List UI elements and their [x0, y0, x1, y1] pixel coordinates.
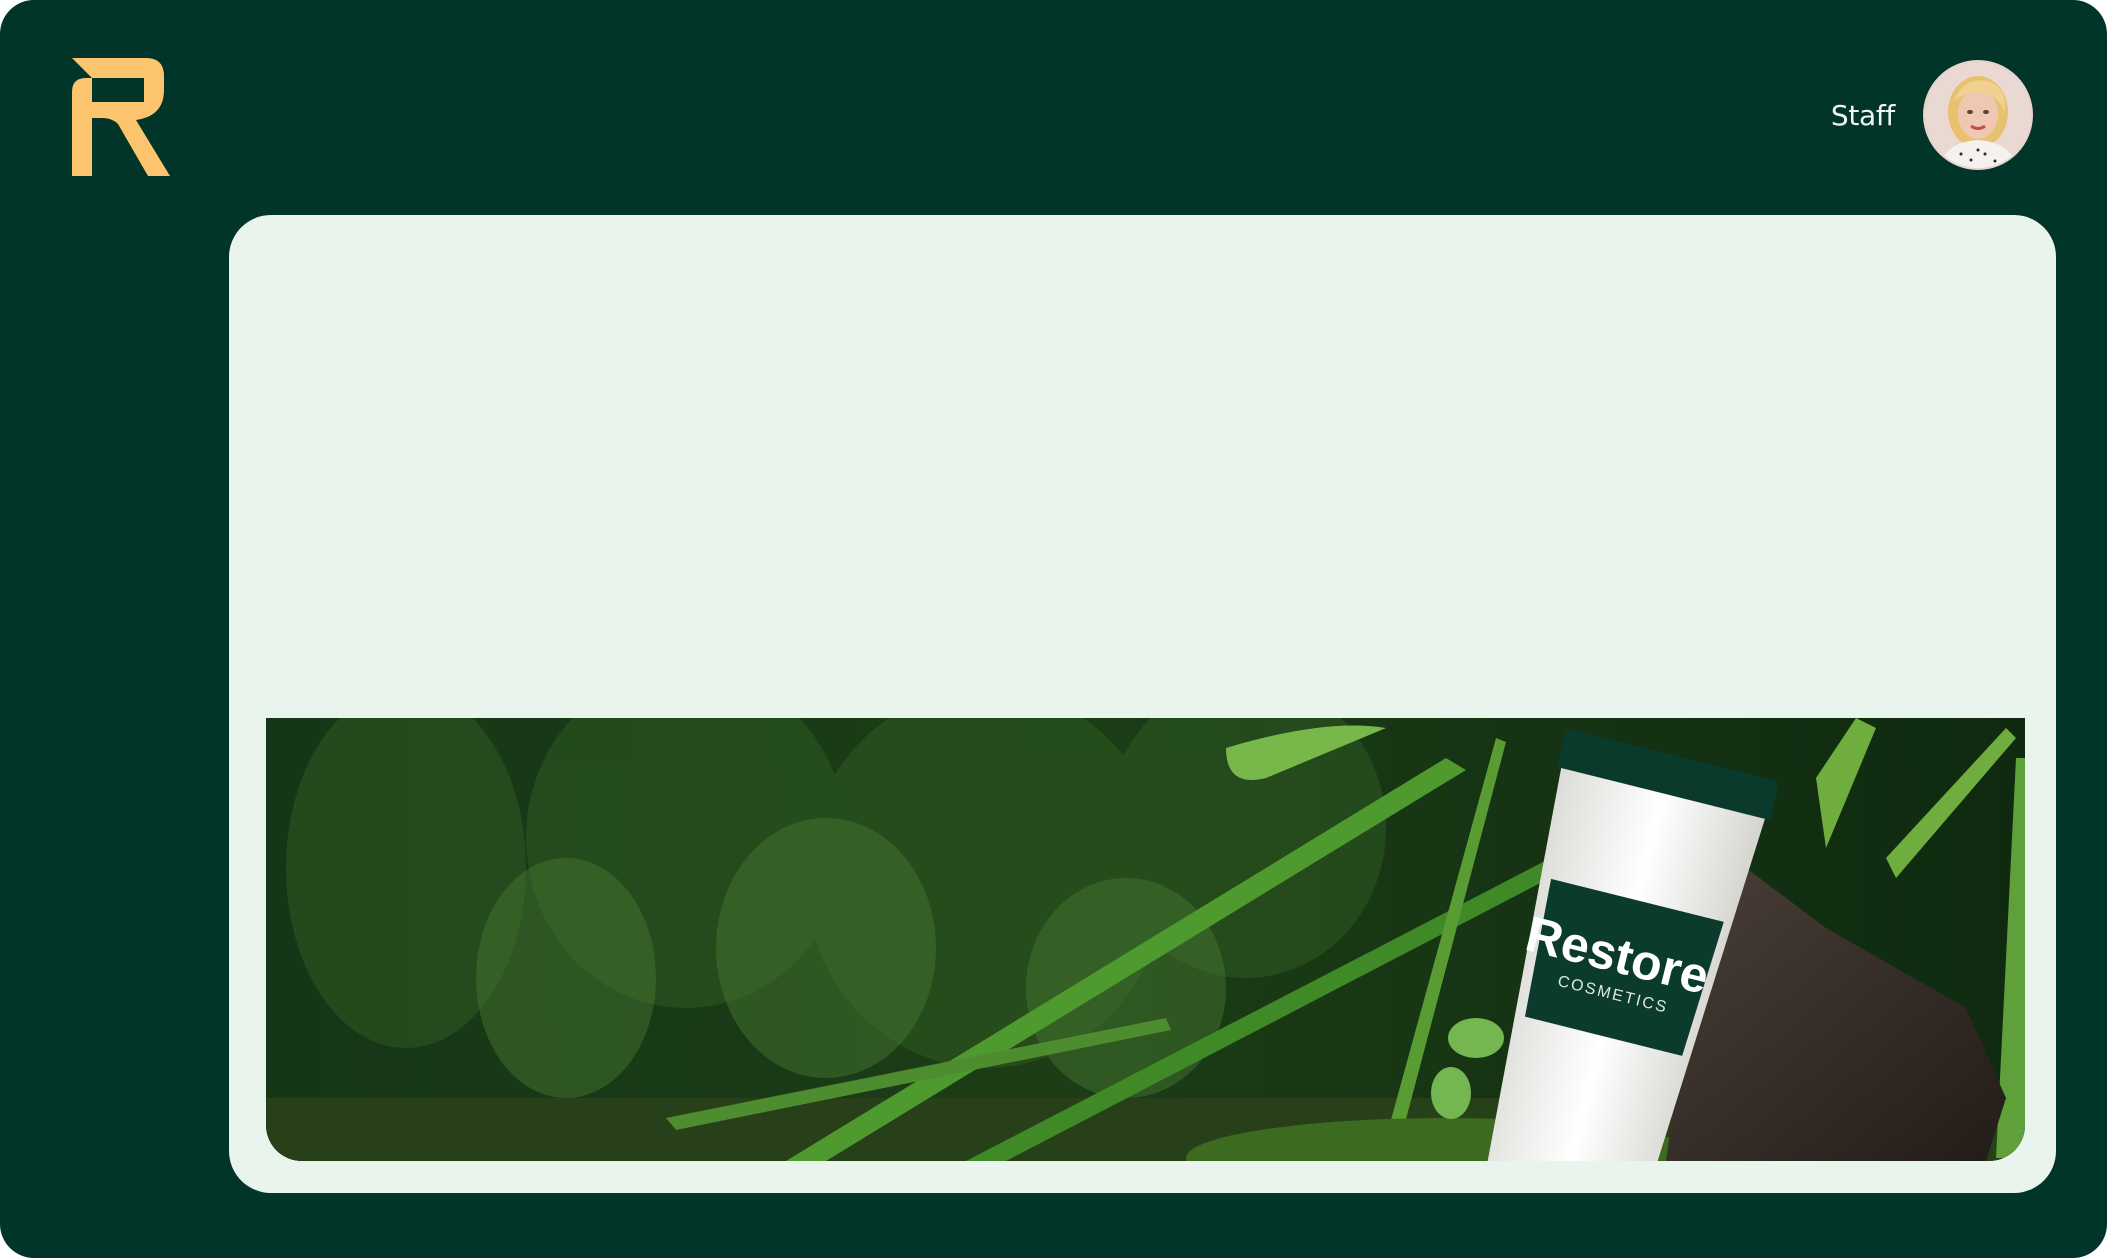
- main-content-panel: Restore COSMETICS: [229, 215, 2056, 1193]
- product-banner-image: Restore COSMETICS: [266, 718, 2025, 1161]
- user-role-label: Staff: [1830, 98, 1895, 132]
- restore-logo-icon[interactable]: [72, 58, 172, 178]
- app-window: Staff Restore COSMETICS: [0, 0, 2107, 1258]
- user-avatar[interactable]: [1923, 60, 2033, 170]
- user-menu[interactable]: Staff: [1831, 58, 2033, 172]
